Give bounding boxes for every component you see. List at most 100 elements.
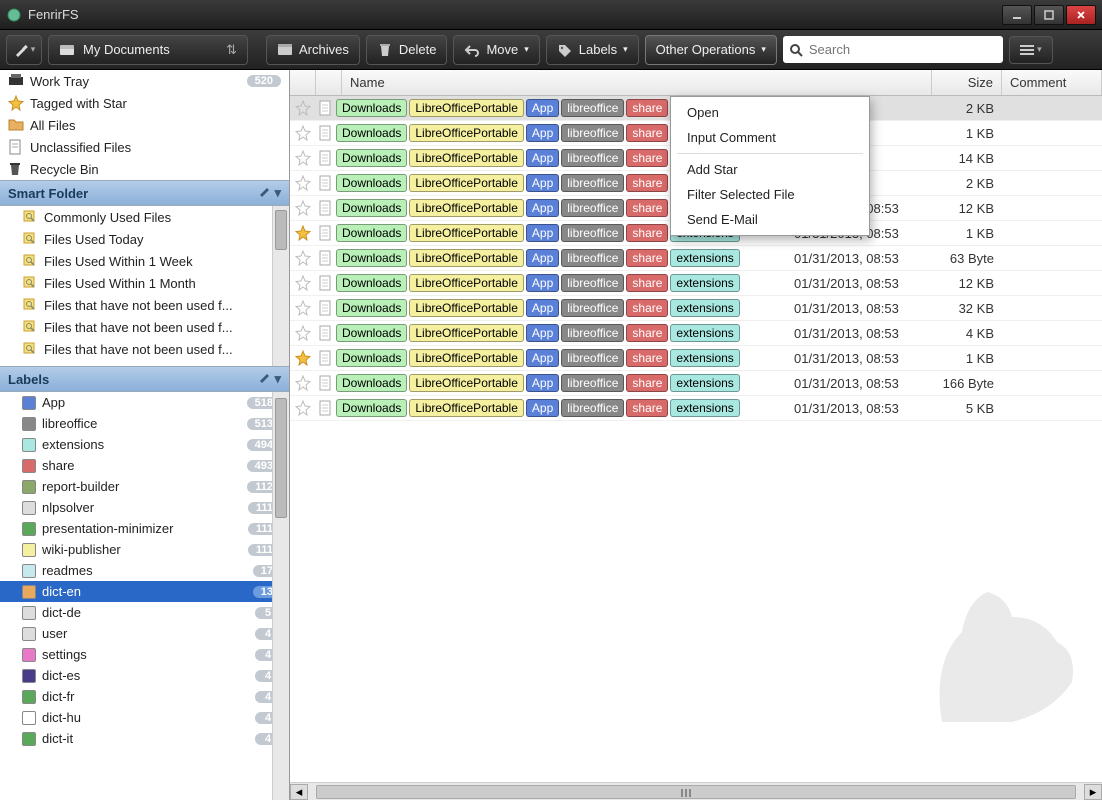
table-row[interactable]: DownloadsLibreOfficePortableApplibreoffi… — [290, 246, 1102, 271]
sidebar-item-work-tray[interactable]: Work Tray520 — [0, 70, 289, 92]
search-box[interactable] — [783, 36, 1003, 63]
menu-open[interactable]: Open — [671, 100, 869, 125]
close-button[interactable] — [1066, 5, 1096, 25]
star-toggle[interactable] — [292, 100, 314, 116]
sidebar-item-recycle-bin[interactable]: Recycle Bin — [0, 158, 289, 180]
label-item-wiki-publisher[interactable]: wiki-publisher111 — [0, 539, 289, 560]
tag-share: share — [626, 224, 668, 242]
col-star[interactable] — [290, 70, 316, 95]
table-row[interactable]: DownloadsLibreOfficePortableApplibreoffi… — [290, 396, 1102, 421]
star-toggle[interactable] — [292, 175, 314, 191]
label-item-settings[interactable]: settings4 — [0, 644, 289, 665]
location-selector[interactable]: My Documents ⇅ — [48, 35, 248, 65]
tag-LibreOfficePortable: LibreOfficePortable — [409, 324, 524, 342]
label-item-dict-fr[interactable]: dict-fr4 — [0, 686, 289, 707]
star-toggle[interactable] — [292, 125, 314, 141]
star-toggle[interactable] — [292, 400, 314, 416]
maximize-button[interactable] — [1034, 5, 1064, 25]
label-item-nlpsolver[interactable]: nlpsolver111 — [0, 497, 289, 518]
smart-folder-edit[interactable]: ▾ — [258, 185, 281, 201]
delete-button[interactable]: Delete — [366, 35, 448, 65]
smart-folder-item[interactable]: Commonly Used Files — [0, 206, 289, 228]
label-item-dict-es[interactable]: dict-es4 — [0, 665, 289, 686]
label-name: extensions — [42, 437, 241, 452]
tag-App: App — [526, 249, 559, 267]
magnify-icon — [22, 209, 38, 225]
label-name: App — [42, 395, 241, 410]
label-item-report-builder[interactable]: report-builder112 — [0, 476, 289, 497]
sidebar-item-tagged-with-star[interactable]: Tagged with Star — [0, 92, 289, 114]
star-toggle[interactable] — [292, 275, 314, 291]
brush-button[interactable]: ▾ — [6, 35, 42, 65]
table-row[interactable]: DownloadsLibreOfficePortableApplibreoffi… — [290, 321, 1102, 346]
window-controls — [1002, 5, 1096, 25]
label-item-dict-de[interactable]: dict-de5 — [0, 602, 289, 623]
label-item-readmes[interactable]: readmes17 — [0, 560, 289, 581]
table-row[interactable]: DownloadsLibreOfficePortableApplibreoffi… — [290, 346, 1102, 371]
scrollbar-thumb[interactable] — [275, 210, 287, 250]
label-item-presentation-minimizer[interactable]: presentation-minimizer111 — [0, 518, 289, 539]
file-icon — [314, 225, 336, 241]
star-toggle[interactable] — [292, 250, 314, 266]
labels-button[interactable]: Labels ▾ — [546, 35, 639, 65]
col-icon[interactable] — [316, 70, 342, 95]
star-toggle[interactable] — [292, 350, 314, 366]
label-item-App[interactable]: App518 — [0, 392, 289, 413]
label-item-share[interactable]: share493 — [0, 455, 289, 476]
smart-folder-item[interactable]: Files that have not been used f... — [0, 338, 289, 360]
archives-button[interactable]: Archives — [266, 35, 360, 65]
label-item-dict-it[interactable]: dict-it4 — [0, 728, 289, 749]
tag-share: share — [626, 399, 668, 417]
label-item-libreoffice[interactable]: libreoffice513 — [0, 413, 289, 434]
scroll-right-button[interactable]: ▸ — [1084, 784, 1102, 800]
menu-send-email[interactable]: Send E-Mail — [671, 207, 869, 232]
file-icon — [314, 200, 336, 216]
minimize-button[interactable] — [1002, 5, 1032, 25]
sidebar-item-all-files[interactable]: All Files — [0, 114, 289, 136]
tag-share: share — [626, 324, 668, 342]
scroll-left-button[interactable]: ◂ — [290, 784, 308, 800]
search-input[interactable] — [809, 42, 997, 57]
col-name[interactable]: Name — [342, 70, 932, 95]
smart-folder-item[interactable]: Files that have not been used f... — [0, 316, 289, 338]
star-toggle[interactable] — [292, 325, 314, 341]
labels-scrollbar[interactable] — [272, 392, 289, 800]
star-toggle[interactable] — [292, 150, 314, 166]
label-item-user[interactable]: user4 — [0, 623, 289, 644]
star-toggle[interactable] — [292, 200, 314, 216]
tag-LibreOfficePortable: LibreOfficePortable — [409, 274, 524, 292]
menu-input-comment[interactable]: Input Comment — [671, 125, 869, 150]
col-size[interactable]: Size — [932, 70, 1002, 95]
col-comment[interactable]: Comment — [1002, 70, 1102, 95]
label-item-extensions[interactable]: extensions494 — [0, 434, 289, 455]
smart-folder-item[interactable]: Files Used Today — [0, 228, 289, 250]
sidebar-scrollbar[interactable] — [272, 206, 289, 366]
label-item-dict-hu[interactable]: dict-hu4 — [0, 707, 289, 728]
scroll-thumb[interactable] — [316, 785, 1076, 799]
smart-folder-item[interactable]: Files Used Within 1 Month — [0, 272, 289, 294]
table-row[interactable]: DownloadsLibreOfficePortableApplibreoffi… — [290, 271, 1102, 296]
tag-libreoffice: libreoffice — [561, 249, 624, 267]
table-row[interactable]: DownloadsLibreOfficePortableApplibreoffi… — [290, 296, 1102, 321]
star-toggle[interactable] — [292, 225, 314, 241]
toolbar: ▾ My Documents ⇅ Archives Delete Move ▾ … — [0, 30, 1102, 70]
other-operations-button[interactable]: Other Operations ▾ — [645, 35, 777, 65]
labels-edit[interactable]: ▾ — [258, 371, 281, 387]
move-button[interactable]: Move ▾ — [453, 35, 539, 65]
tag-share: share — [626, 299, 668, 317]
smart-folder-item[interactable]: Files that have not been used f... — [0, 294, 289, 316]
scrollbar-thumb[interactable] — [275, 398, 287, 518]
star-toggle[interactable] — [292, 300, 314, 316]
smart-folder-item[interactable]: Files Used Within 1 Week — [0, 250, 289, 272]
scroll-track[interactable] — [308, 784, 1084, 800]
horizontal-scrollbar[interactable]: ◂ ▸ — [290, 782, 1102, 800]
label-item-dict-en[interactable]: dict-en13 — [0, 581, 289, 602]
sidebar-item-unclassified-files[interactable]: Unclassified Files — [0, 136, 289, 158]
menu-filter-selected[interactable]: Filter Selected File — [671, 182, 869, 207]
star-toggle[interactable] — [292, 375, 314, 391]
label-name: readmes — [42, 563, 247, 578]
menu-add-star[interactable]: Add Star — [671, 157, 869, 182]
view-mode-button[interactable]: ▾ — [1009, 36, 1053, 64]
tag-share: share — [626, 249, 668, 267]
table-row[interactable]: DownloadsLibreOfficePortableApplibreoffi… — [290, 371, 1102, 396]
